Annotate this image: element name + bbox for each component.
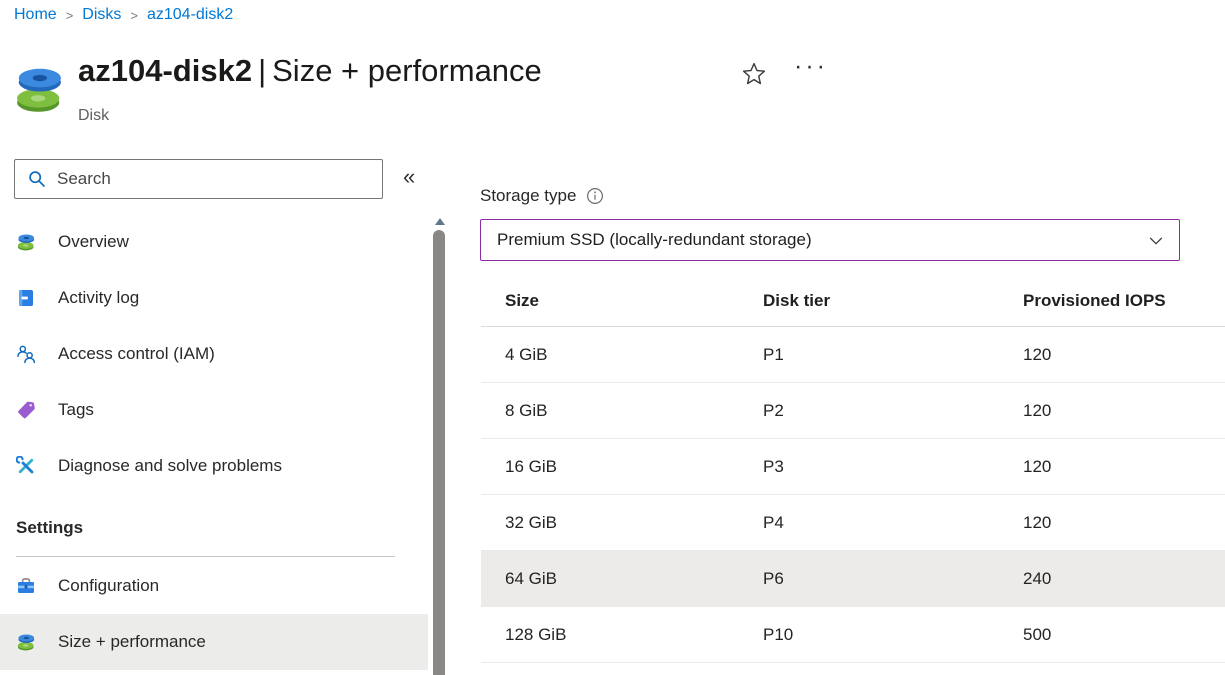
collapse-menu-icon[interactable]: « [403,164,415,190]
sidebar-item-configuration[interactable]: Configuration [0,558,428,614]
access-control-icon [16,344,36,364]
breadcrumb-separator: > [66,7,74,23]
sidebar-item-diagnose[interactable]: Diagnose and solve problems [0,438,428,494]
disk-tier-cell: P3 [763,457,1023,477]
storage-type-field-label: Storage type [480,186,604,206]
size-cell: 64 GiB [481,569,763,589]
iops-cell: 120 [1023,513,1225,533]
sidebar-item-access-control[interactable]: Access control (IAM) [0,326,428,382]
sidebar-group-label: Settings [16,518,395,557]
disk-tier-cell: P4 [763,513,1023,533]
breadcrumb-disks-link[interactable]: Disks [82,6,121,24]
tag-icon [16,400,36,420]
breadcrumb: Home > Disks > az104-disk2 [14,6,233,24]
chevron-down-icon [1147,232,1165,250]
sidebar-item-label: Diagnose and solve problems [58,456,282,476]
iops-cell: 500 [1023,625,1225,645]
disk-icon [16,632,36,652]
toolbox-icon [16,576,36,596]
iops-cell: 120 [1023,401,1225,421]
column-header-provisioned-iops: Provisioned IOPS [1023,291,1225,311]
table-row[interactable]: 16 GiB P3 120 [481,439,1225,495]
size-cell: 32 GiB [481,513,763,533]
storage-type-label: Storage type [480,186,576,206]
sidebar-item-label: Tags [58,400,94,420]
storage-type-selected-option: Premium SSD (locally-redundant storage) [497,230,812,250]
storage-type-dropdown[interactable]: Premium SSD (locally-redundant storage) [480,219,1180,261]
size-cell: 128 GiB [481,625,763,645]
star-icon[interactable] [741,61,767,87]
breadcrumb-separator: > [130,7,138,23]
sidebar-search [14,159,383,199]
size-performance-table: Size Disk tier Provisioned IOPS 4 GiB P1… [481,276,1225,663]
resource-type-label: Disk [78,107,109,125]
disk-icon [12,60,66,118]
table-row[interactable]: 8 GiB P2 120 [481,383,1225,439]
title-separator: | [252,53,272,88]
table-row[interactable]: 128 GiB P10 500 [481,607,1225,663]
sidebar-group-settings: Settings [0,494,428,558]
size-cell: 16 GiB [481,457,763,477]
column-header-size: Size [481,291,763,311]
sidebar-scrollbar [432,216,447,675]
disk-tier-cell: P6 [763,569,1023,589]
column-header-disk-tier: Disk tier [763,291,1023,311]
size-cell: 8 GiB [481,401,763,421]
size-cell: 4 GiB [481,345,763,365]
table-header-row: Size Disk tier Provisioned IOPS [481,276,1225,327]
table-row[interactable]: 32 GiB P4 120 [481,495,1225,551]
scrollbar-thumb[interactable] [433,230,445,675]
scrollbar-up-arrow-icon[interactable] [435,218,445,225]
disk-tier-cell: P1 [763,345,1023,365]
breadcrumb-home-link[interactable]: Home [14,6,57,24]
activity-log-icon [16,288,36,308]
iops-cell: 240 [1023,569,1225,589]
resource-name: az104-disk2 [78,53,252,88]
diagnose-icon [16,456,36,476]
more-actions-icon[interactable]: ··· [794,52,828,81]
sidebar-item-label: Activity log [58,288,139,308]
sidebar-item-overview[interactable]: Overview [0,214,428,270]
sidebar-item-activity-log[interactable]: Activity log [0,270,428,326]
iops-cell: 120 [1023,457,1225,477]
table-row[interactable]: 4 GiB P1 120 [481,327,1225,383]
disk-tier-cell: P2 [763,401,1023,421]
search-input[interactable] [14,159,383,199]
sidebar-item-tags[interactable]: Tags [0,382,428,438]
sidebar-menu: Overview Activity log Access control (IA… [0,214,428,670]
blade-name: Size + performance [272,53,542,88]
iops-cell: 120 [1023,345,1225,365]
disk-icon [16,232,36,252]
sidebar-item-size-performance[interactable]: Size + performance [0,614,428,670]
sidebar-item-label: Overview [58,232,129,252]
breadcrumb-current-link[interactable]: az104-disk2 [147,6,233,24]
sidebar-item-label: Size + performance [58,632,206,652]
disk-tier-cell: P10 [763,625,1023,645]
sidebar-item-label: Configuration [58,576,159,596]
page-title: az104-disk2|Size + performance [78,53,542,89]
sidebar-item-label: Access control (IAM) [58,344,215,364]
table-row-selected[interactable]: 64 GiB P6 240 [481,551,1225,607]
info-icon[interactable] [586,187,604,205]
